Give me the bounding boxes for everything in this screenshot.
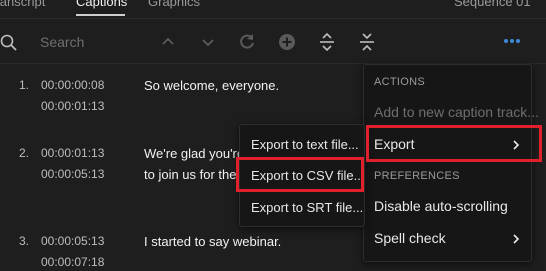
caption-start-time[interactable]: 00:00:01:13	[41, 146, 104, 160]
tab-captions[interactable]: Captions	[76, 0, 127, 9]
export-to-text-file-item[interactable]: Export to text file...	[251, 137, 359, 152]
collapse-icon[interactable]	[357, 32, 377, 52]
panel-tabs: Transcript Captions Graphics Sequence 01	[0, 0, 546, 18]
caption-text-line-2[interactable]: to join us for the	[144, 167, 237, 182]
add-icon[interactable]	[277, 32, 297, 52]
caption-number: 3.	[19, 234, 30, 248]
disable-auto-scrolling-item[interactable]: Disable auto-scrolling	[374, 198, 508, 214]
preferences-header: PREFERENCES	[374, 170, 460, 182]
chevron-up-icon[interactable]	[158, 32, 178, 52]
caption-text-line-1[interactable]: We're glad you're	[144, 146, 244, 161]
caption-toolbar	[0, 22, 546, 62]
caption-end-time[interactable]: 00:00:07:18	[41, 255, 104, 269]
tab-divider	[0, 18, 546, 19]
caption-start-time[interactable]: 00:00:00:08	[41, 78, 104, 92]
expand-icon[interactable]	[317, 32, 337, 52]
spell-check-item[interactable]: Spell check	[374, 230, 446, 246]
search-icon[interactable]	[0, 34, 18, 52]
active-tab-indicator	[76, 14, 125, 16]
chevron-down-icon[interactable]	[198, 32, 218, 52]
caption-text[interactable]: So welcome, everyone.	[144, 78, 279, 93]
refresh-icon[interactable]	[237, 32, 257, 52]
tab-transcript[interactable]: Transcript	[0, 0, 45, 9]
add-to-new-caption-track-item: Add to new caption track...	[374, 104, 539, 120]
panel-menu: ACTIONS Add to new caption track... Expo…	[363, 64, 539, 262]
caption-end-time[interactable]: 00:00:05:13	[41, 167, 104, 181]
chevron-right-icon	[513, 234, 520, 244]
search-input[interactable]	[40, 31, 140, 53]
more-icon[interactable]	[503, 38, 521, 44]
actions-header: ACTIONS	[374, 76, 425, 88]
caption-end-time[interactable]: 00:00:01:13	[41, 99, 104, 113]
csv-highlight-box	[236, 157, 364, 192]
sequence-label: Sequence 01	[454, 0, 531, 9]
export-to-srt-file-item[interactable]: Export to SRT file...	[251, 200, 363, 215]
caption-number: 2.	[19, 146, 30, 160]
caption-number: 1.	[19, 78, 30, 92]
export-highlight-box	[366, 125, 542, 162]
caption-text[interactable]: I started to say webinar.	[144, 234, 281, 249]
caption-start-time[interactable]: 00:00:05:13	[41, 234, 104, 248]
tab-graphics[interactable]: Graphics	[148, 0, 200, 9]
